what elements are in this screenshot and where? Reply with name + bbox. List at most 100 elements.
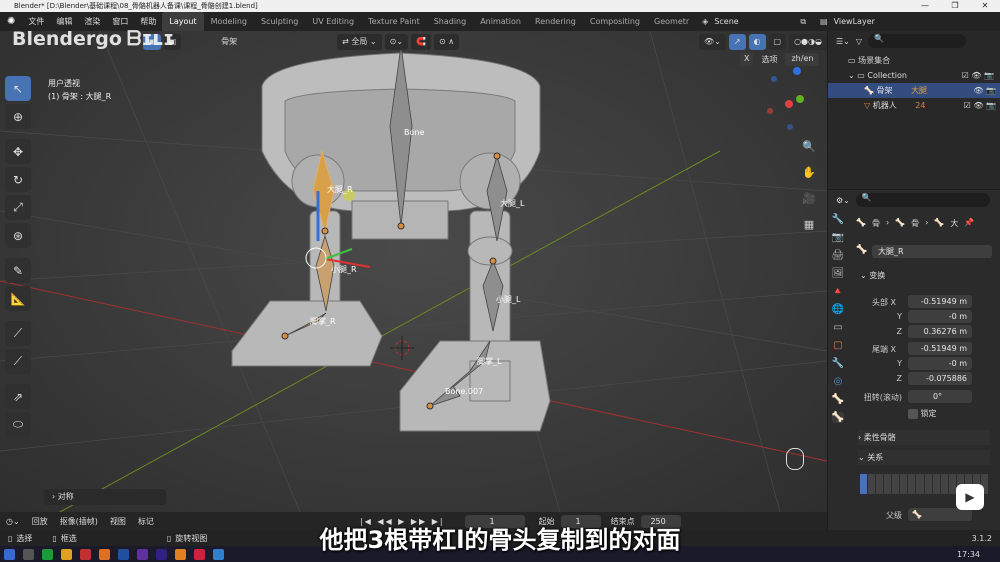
visibility-toggles[interactable]: ☑ 👁 📷 bbox=[964, 98, 996, 113]
tail-x-field[interactable]: -0.51949 m bbox=[908, 342, 972, 355]
lang-toggle[interactable]: zh/en bbox=[785, 53, 820, 66]
shading-modes-icon[interactable]: ○●◑◒ bbox=[789, 33, 827, 50]
visibility-toggles[interactable]: ☑ 👁 📷 bbox=[962, 68, 994, 83]
bendy-bones-panel-header[interactable]: › 柔性骨骼 bbox=[858, 430, 990, 445]
options-menu[interactable]: 选项 bbox=[757, 53, 781, 66]
annotate-tool-icon[interactable]: ✎ bbox=[5, 258, 31, 283]
roll-field[interactable]: 0° bbox=[908, 390, 972, 403]
transform-orientation-select[interactable]: ⇄ 全局 ⌄ bbox=[337, 33, 382, 50]
outliner-editor-icon[interactable]: ☰⌄ bbox=[836, 37, 850, 46]
view-layer-tab-icon[interactable]: 🖼 bbox=[832, 268, 845, 279]
chevron-right-icon: › bbox=[885, 218, 890, 227]
video-subtitle: 他把3根带杠l的骨头复制到的对面 bbox=[319, 526, 681, 554]
menu-edit[interactable]: 编辑 bbox=[50, 16, 78, 27]
outliner-item-label: 骨架 bbox=[876, 86, 893, 95]
select-tool-icon[interactable]: ↖ bbox=[5, 76, 31, 101]
bone-envelope-tool-icon[interactable]: ⬭ bbox=[5, 412, 31, 437]
close-icon[interactable]: ✕ bbox=[970, 0, 1000, 12]
pivot-icon[interactable]: ⊙⌄ bbox=[384, 33, 409, 50]
outliner-item-label: 机器人 bbox=[872, 101, 897, 110]
grid-view-icon[interactable]: ▦ bbox=[800, 216, 818, 234]
tab-compositing[interactable]: Compositing bbox=[583, 12, 647, 31]
tab-uv-editing[interactable]: UV Editing bbox=[305, 12, 361, 31]
properties-breadcrumb: 🦴 骨 › 🦴 骨 › 🦴 大 📌 bbox=[856, 218, 974, 229]
outliner-search-input[interactable]: 🔍 bbox=[868, 34, 966, 48]
chevron-down-icon[interactable]: ⌄ bbox=[848, 71, 857, 80]
3d-viewport[interactable] bbox=[0, 31, 827, 512]
outliner-scene-collection[interactable]: ▭ 场景集合 bbox=[848, 53, 890, 68]
3d-cursor-icon bbox=[390, 336, 414, 360]
render-tab-icon[interactable]: 📷 bbox=[832, 232, 844, 243]
bilibili-logo-icon: ᗷɪʟɪ bbox=[127, 26, 175, 50]
filter-icon[interactable]: ▽ bbox=[856, 37, 862, 46]
camera-icon[interactable]: 🎥 bbox=[800, 190, 818, 208]
transform-tool-icon[interactable]: ⊛ bbox=[5, 223, 31, 248]
outliner-item-armature[interactable]: 🦴 骨架 大腿 👁 📷 bbox=[828, 83, 1000, 98]
pin-icon[interactable]: 📌 bbox=[964, 218, 974, 229]
scene-tab-icon[interactable]: 🔺 bbox=[832, 286, 844, 297]
blender-logo-icon[interactable]: ✺ bbox=[0, 16, 22, 27]
tail-y-field[interactable]: -0 m bbox=[908, 357, 972, 370]
visibility-toggles[interactable]: 👁 📷 bbox=[973, 83, 996, 98]
properties-editor-icon[interactable]: ⚙⌄ bbox=[836, 196, 850, 205]
menu-file[interactable]: 文件 bbox=[22, 16, 50, 27]
bone-icon: 🦴 bbox=[856, 245, 868, 255]
bone-size-tool-icon[interactable]: ⟋ bbox=[5, 349, 31, 374]
modifier-tab-icon[interactable]: 🔧 bbox=[832, 358, 844, 369]
scene-selector[interactable]: Scene bbox=[714, 17, 794, 26]
overlay-toggle-icon[interactable]: ◐ bbox=[748, 33, 766, 50]
head-y-field[interactable]: -0 m bbox=[908, 310, 972, 323]
proportional-edit-icon[interactable]: ⊙ ∧ bbox=[434, 33, 460, 50]
roll-tool-icon[interactable]: ⟋ bbox=[5, 321, 31, 346]
rotate-tool-icon[interactable]: ↻ bbox=[5, 167, 31, 192]
tab-animation[interactable]: Animation bbox=[473, 12, 528, 31]
tab-texture-paint[interactable]: Texture Paint bbox=[361, 12, 427, 31]
properties-search-input[interactable]: 🔍 bbox=[855, 193, 990, 207]
operator-panel[interactable]: › 对称 bbox=[44, 489, 166, 505]
measure-tool-icon[interactable]: 📐 bbox=[5, 286, 31, 311]
extrude-tool-icon[interactable]: ⇗ bbox=[5, 384, 31, 409]
bone-tab-icon[interactable]: 🦴 bbox=[831, 412, 845, 423]
move-tool-icon[interactable]: ✥ bbox=[5, 139, 31, 164]
zoom-icon[interactable]: 🔍 bbox=[800, 138, 818, 156]
tab-geometry[interactable]: Geometr bbox=[647, 12, 696, 31]
layer-cell[interactable] bbox=[860, 474, 868, 494]
collection-tab-icon[interactable]: ▭ bbox=[833, 322, 842, 333]
object-tab-icon[interactable]: ▢ bbox=[833, 340, 842, 351]
outliner-item-robot[interactable]: ▽ 机器人 24 ☑ 👁 📷 bbox=[828, 98, 1000, 113]
tail-z-field[interactable]: -0.075886 bbox=[908, 372, 972, 385]
maximize-icon[interactable]: ❐ bbox=[940, 0, 970, 12]
scale-tool-icon[interactable]: ⤢ bbox=[5, 195, 31, 220]
tool-tab-icon[interactable]: 🔧 bbox=[832, 214, 844, 225]
lock-checkbox[interactable]: 锁定 bbox=[908, 406, 937, 421]
viewlayer-selector[interactable]: ViewLayer bbox=[834, 17, 914, 26]
outliner-item-tag: 大腿 bbox=[911, 86, 928, 95]
x-mirror-label[interactable]: X bbox=[740, 53, 754, 66]
data-tab-icon[interactable]: 🦴 bbox=[832, 394, 844, 405]
xray-icon[interactable]: ▢ bbox=[768, 33, 787, 50]
world-tab-icon[interactable]: 🌐 bbox=[832, 304, 844, 315]
snap-icon[interactable]: 🧲 bbox=[411, 33, 431, 50]
properties-panel: ⚙⌄ 🔍 🔧 📷 🖨 🖼 🔺 🌐 ▭ ▢ 🔧 ◎ 🦴 🦴 🦴 骨 › 🦴 骨 › 🦴… bbox=[828, 190, 1000, 530]
new-scene-icon[interactable]: ⧉ bbox=[800, 17, 806, 27]
properties-header: ⚙⌄ 🔍 bbox=[828, 190, 1000, 210]
tab-rendering[interactable]: Rendering bbox=[528, 12, 583, 31]
outliner-collection-row[interactable]: ⌄ ▭ Collection ☑ 👁 📷 bbox=[848, 68, 998, 83]
relations-panel-header[interactable]: ⌄ 关系 bbox=[858, 450, 990, 465]
bone-name-field[interactable]: 大腿_R bbox=[872, 245, 992, 258]
gizmo-toggle-icon[interactable]: ↗ bbox=[728, 33, 746, 50]
head-z-field[interactable]: 0.36276 m bbox=[908, 325, 972, 338]
armature-mode-menu[interactable]: 骨架 bbox=[221, 36, 237, 47]
tab-modeling[interactable]: Modeling bbox=[204, 12, 254, 31]
pan-hand-icon[interactable]: ✋ bbox=[800, 164, 818, 182]
tab-sculpting[interactable]: Sculpting bbox=[254, 12, 305, 31]
physics-tab-icon[interactable]: ◎ bbox=[834, 376, 843, 387]
tab-shading[interactable]: Shading bbox=[427, 12, 474, 31]
minimize-icon[interactable]: — bbox=[910, 0, 940, 12]
transform-panel-header[interactable]: ⌄ 变换 bbox=[860, 268, 885, 283]
view-options-icon[interactable]: 👁⌄ bbox=[698, 33, 726, 50]
head-x-field[interactable]: -0.51949 m bbox=[908, 295, 972, 308]
menu-render[interactable]: 渲染 bbox=[78, 16, 106, 27]
output-tab-icon[interactable]: 🖨 bbox=[832, 250, 845, 261]
cursor-tool-icon[interactable]: ⊕ bbox=[5, 104, 31, 129]
